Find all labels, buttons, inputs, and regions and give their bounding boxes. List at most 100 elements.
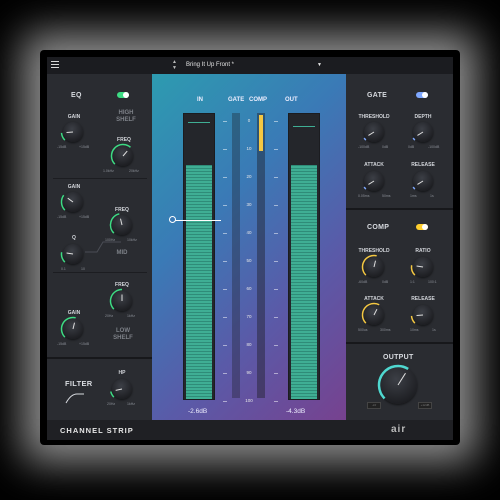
mid-q-knob[interactable] [60, 244, 83, 264]
top-bar: ▲ ▼ Bring It Up Front * ▼ [47, 57, 453, 75]
meter-scale-tick: 30 [246, 202, 252, 207]
hp-knob[interactable] [110, 379, 132, 399]
meter-scale-dash [223, 289, 227, 290]
meter-scale-dash [274, 289, 278, 290]
output-knob[interactable] [377, 364, 417, 404]
gate-meter [232, 113, 240, 398]
meter-scale-tick: 90 [246, 370, 252, 375]
input-gain-handle[interactable] [169, 216, 176, 223]
comp-release-knob[interactable] [410, 305, 433, 325]
comp-meter [257, 113, 265, 398]
gate-release-max: 1s [430, 194, 434, 198]
hs-freq-min: 1.0kHz [103, 169, 114, 173]
meter-scale-dash [274, 233, 278, 234]
comp-ratio-knob[interactable] [410, 257, 433, 277]
comp-ratio-max: 100:1 [428, 280, 437, 284]
filter-divider [47, 357, 152, 359]
comp-attack-knob[interactable] [361, 302, 384, 325]
hp-min: 20Hz [107, 402, 116, 406]
ls-gain-max: +15dB [79, 342, 90, 346]
gate-depth-label: DEPTH [414, 114, 432, 120]
highpass-curve-icon [65, 393, 84, 404]
gate-threshold-knob[interactable] [363, 122, 384, 142]
gate-attack-label: ATTACK [364, 162, 384, 168]
comp-threshold-label: THRESHOLD [358, 248, 390, 254]
meter-scale-tick: 60 [246, 286, 252, 291]
gate-release-min: 1ms [410, 194, 417, 198]
in-meter-level [186, 165, 212, 399]
input-gain-line [173, 220, 221, 221]
ls-freq-max: 1kHz [127, 314, 135, 318]
mid-gain-label: GAIN [67, 184, 81, 190]
comp-toggle[interactable] [416, 224, 428, 230]
meter-scale-dash [223, 401, 227, 402]
meter-scale-dash [223, 121, 227, 122]
low-shelf-label: LOW SHELF [113, 328, 133, 341]
gate-label: GATE [228, 97, 245, 103]
ls-freq-label: FREQ [115, 282, 129, 288]
ls-freq-min: 20Hz [105, 314, 114, 318]
out-meter [288, 113, 320, 400]
gate-comp-divider [346, 208, 453, 210]
gate-title: GATE [367, 92, 388, 99]
gate-attack-knob[interactable] [363, 171, 384, 191]
meter-scale-tick: 50 [246, 258, 252, 263]
hs-freq-knob[interactable] [110, 143, 133, 166]
preset-selector[interactable]: ▲ ▼ Bring It Up Front * ▼ [172, 59, 322, 71]
ls-freq-knob[interactable] [109, 288, 132, 311]
output-max: +12dB [418, 402, 432, 409]
mid-gain-knob[interactable] [60, 192, 83, 212]
comp-threshold-knob[interactable] [361, 254, 384, 277]
in-db-readout: -2.6dB [188, 408, 208, 415]
meter-scale-tick: 100 [245, 398, 253, 403]
meter-scale-dash [274, 345, 278, 346]
in-label: IN [197, 97, 203, 103]
comp-ratio-min: 1:1 [410, 280, 415, 284]
ls-gain-label: GAIN [67, 310, 81, 316]
comp-label: COMP [249, 97, 267, 103]
comp-output-divider [346, 342, 453, 344]
meter-scale-dash [274, 205, 278, 206]
meter-scale-dash [223, 317, 227, 318]
eq-panel: EQ GAIN -15dB +15dB HIGH SHELF FREQ 1.0k… [47, 74, 152, 440]
mid-band-connector [85, 241, 121, 253]
hs-freq-max: 20kHz [129, 169, 139, 173]
mid-freq-knob[interactable] [109, 213, 132, 235]
gate-toggle[interactable] [416, 92, 428, 98]
meter-scale-dash [274, 317, 278, 318]
comp-title: COMP [367, 224, 390, 231]
meter-scale-dash [274, 177, 278, 178]
comp-release-min: 10ms [410, 328, 419, 332]
gate-threshold-label: THRESHOLD [358, 114, 390, 120]
comp-release-max: 1s [432, 328, 436, 332]
meter-scale-tick: 80 [246, 342, 252, 347]
hs-gain-min: -15dB [57, 145, 67, 149]
out-meter-level [291, 165, 317, 399]
comp-ratio-label: RATIO [415, 248, 431, 254]
comp-attack-min: 500us [358, 328, 368, 332]
preset-nav-arrows[interactable]: ▲ ▼ [172, 59, 177, 71]
mid-q-label: Q [72, 235, 76, 241]
hs-gain-knob[interactable] [60, 122, 83, 142]
preset-dropdown-icon[interactable]: ▼ [317, 60, 322, 71]
meter-scale-dash [274, 401, 278, 402]
gate-release-knob[interactable] [412, 171, 433, 191]
meter-scale-dash [223, 261, 227, 262]
preset-next-icon[interactable]: ▼ [172, 65, 177, 71]
mid-freq-max: 10kHz [127, 238, 137, 242]
menu-icon[interactable] [51, 61, 59, 69]
meter-scale-tick: 70 [246, 314, 252, 319]
eq-toggle[interactable] [117, 92, 129, 98]
brand-title: CHANNEL STRIP [60, 426, 134, 435]
gate-depth-knob[interactable] [412, 122, 433, 142]
eq-title: EQ [71, 92, 82, 99]
high-shelf-label: HIGH SHELF [116, 110, 136, 123]
meter-scale-dash [223, 373, 227, 374]
comp-threshold-max: 0dB [382, 280, 389, 284]
meter-scale-tick: 0 [247, 118, 251, 123]
meter-scale-tick: 10 [246, 146, 252, 151]
ls-gain-knob[interactable] [60, 316, 83, 339]
gate-attack-min: 0.05ms [358, 194, 370, 198]
hp-label: HP [118, 370, 126, 376]
comp-threshold-min: -60dB [358, 280, 368, 284]
